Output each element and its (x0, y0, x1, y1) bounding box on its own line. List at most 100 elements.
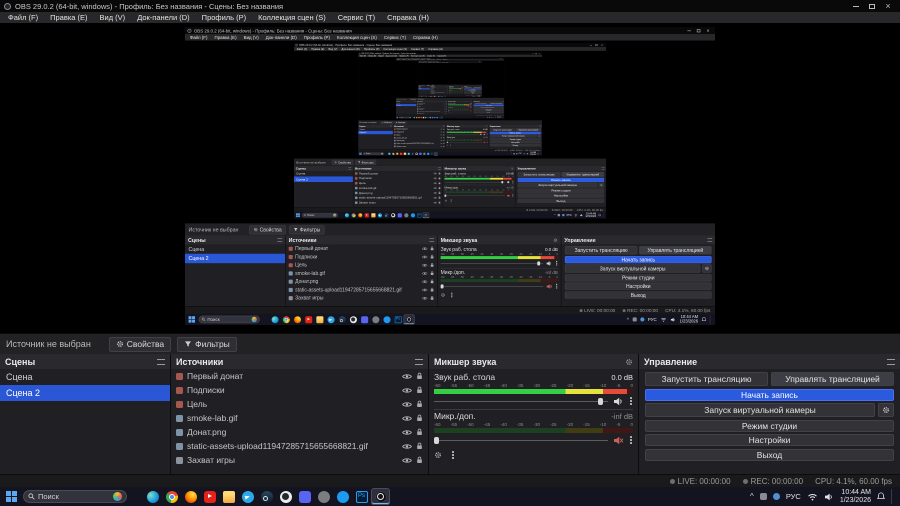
exit-button[interactable]: Выход (645, 448, 894, 461)
start-recording-button[interactable]: Начать запись (645, 388, 894, 401)
source-item[interactable]: static-assets-upload11947285715655668821… (171, 439, 428, 453)
meter-tick-label: -55 (450, 422, 458, 427)
filters-button[interactable]: Фильтры (177, 336, 237, 352)
preview-area[interactable]: OBS 29.0.2 (64-bit, windows) - Профиль: … (0, 23, 900, 333)
source-item[interactable]: smoke-lab.gif (171, 411, 428, 425)
edge-icon[interactable] (143, 488, 162, 505)
lock-icon[interactable] (416, 386, 423, 394)
close-button[interactable]: × (880, 0, 896, 12)
mixer-gear-icon[interactable] (434, 451, 442, 459)
chrome-icon[interactable] (162, 488, 181, 505)
menu-item[interactable]: Сервис (T) (332, 13, 381, 22)
tray-clock[interactable]: 10:44 AM 1/23/2026 (840, 489, 871, 505)
youtube-icon[interactable] (200, 488, 219, 505)
lock-icon[interactable] (416, 400, 423, 408)
network-icon[interactable] (807, 493, 818, 501)
language-indicator[interactable]: РУС (786, 492, 801, 501)
taskbar-search[interactable]: Поиск (23, 490, 127, 503)
steam-icon[interactable] (257, 488, 276, 505)
menu-item[interactable]: Док-панели (D) (131, 13, 195, 22)
meter-tick-label: -40 (500, 383, 507, 388)
sources-dock: Источники Первый донат Подписки Цель smo… (171, 354, 428, 474)
gimp-icon[interactable] (314, 488, 333, 505)
settings-button[interactable]: Настройки (645, 434, 894, 446)
speaker-muted-icon[interactable] (613, 436, 624, 445)
photoshop-icon[interactable] (352, 488, 371, 505)
meter-tick-label: -5 (616, 383, 621, 388)
start-button[interactable] (4, 489, 19, 504)
scenes-dock-title: Сцены (5, 356, 36, 367)
file-explorer-icon[interactable] (219, 488, 238, 505)
controls-dock-menu-icon[interactable] (887, 358, 895, 365)
source-item[interactable]: Захват игры (171, 453, 428, 467)
meter-tick-label: -30 (533, 383, 540, 388)
github-icon[interactable] (276, 488, 295, 505)
sources-dock-menu-icon[interactable] (415, 358, 423, 365)
volume-slider-handle[interactable] (434, 436, 439, 444)
source-item[interactable]: Донат.png (171, 425, 428, 439)
tray-expand-icon[interactable]: ^ (750, 492, 754, 501)
visibility-eye-icon[interactable] (402, 457, 412, 464)
source-item[interactable]: Подписки (171, 383, 428, 397)
menu-item[interactable]: Правка (E) (44, 13, 93, 22)
minimize-button[interactable] (848, 0, 864, 12)
menu-item[interactable]: Справка (H) (381, 13, 435, 22)
start-virtual-camera-button[interactable]: Запуск виртуальной камеры (645, 403, 875, 417)
channel-db-value: 0.0 dB (611, 372, 633, 382)
properties-button[interactable]: Свойства (108, 336, 172, 352)
obs-icon[interactable] (371, 488, 390, 505)
volume-slider[interactable] (434, 397, 608, 406)
studio-mode-button[interactable]: Режим студии (645, 419, 894, 432)
lock-icon[interactable] (416, 456, 423, 464)
lock-icon[interactable] (416, 428, 423, 436)
visibility-eye-icon[interactable] (402, 443, 412, 450)
menu-item[interactable]: Вид (V) (94, 13, 132, 22)
notifications-icon[interactable] (877, 492, 885, 501)
volume-slider[interactable] (434, 436, 608, 445)
visibility-eye-icon[interactable] (402, 401, 412, 408)
volume-meter-level (434, 389, 628, 394)
source-row-icons (402, 400, 423, 408)
source-item[interactable]: Цель (171, 397, 428, 411)
tray-icon[interactable] (772, 493, 780, 500)
scenes-dock-menu-icon[interactable] (157, 358, 165, 365)
menu-item[interactable]: Файл (F) (2, 13, 44, 22)
telegram-icon[interactable] (238, 488, 257, 505)
scenes-dock-header: Сцены (0, 354, 170, 369)
mixer-menu-icon[interactable] (451, 451, 455, 459)
visibility-eye-icon[interactable] (402, 429, 412, 436)
manage-broadcast-button[interactable]: Управлять трансляцией (771, 372, 894, 386)
show-desktop-button[interactable] (891, 489, 894, 504)
search-icon (28, 493, 35, 500)
system-tray: ^ РУС 10:44 AM 1/23/2026 (750, 489, 896, 505)
source-item[interactable]: Первый донат (171, 369, 428, 383)
tray-icon[interactable] (759, 493, 767, 500)
source-label: Цель (187, 399, 208, 409)
visibility-eye-icon[interactable] (402, 387, 412, 394)
start-streaming-button[interactable]: Запустить трансляцию (645, 372, 768, 386)
menu-item[interactable]: Профиль (P) (196, 13, 252, 22)
menu-item[interactable]: Коллекция сцен (S) (252, 13, 332, 22)
channel-menu-icon[interactable] (629, 436, 633, 444)
meter-tick-label: -50 (467, 422, 474, 427)
lock-icon[interactable] (416, 372, 423, 380)
lock-icon[interactable] (416, 414, 423, 422)
virtual-camera-settings-button[interactable] (878, 403, 894, 417)
discord-icon[interactable] (295, 488, 314, 505)
visibility-eye-icon[interactable] (402, 373, 412, 380)
twitter-icon[interactable] (333, 488, 352, 505)
display-capture-preview: OBS 29.0.2 (64-bit, windows) - Профиль: … (185, 27, 716, 326)
visibility-eye-icon[interactable] (402, 415, 412, 422)
source-label: static-assets-upload11947285715655668821… (187, 441, 368, 451)
volume-icon[interactable] (824, 493, 834, 501)
speaker-icon[interactable] (613, 397, 624, 406)
lock-icon[interactable] (416, 442, 423, 450)
firefox-icon[interactable] (181, 488, 200, 505)
channel-menu-icon[interactable] (629, 397, 633, 405)
rec-status: REC: 00:00:00 (742, 477, 803, 486)
mixer-settings-icon[interactable] (625, 358, 633, 366)
volume-slider-handle[interactable] (597, 397, 603, 405)
scene-item[interactable]: Сцена 2 (0, 385, 170, 401)
scene-item[interactable]: Сцена (0, 369, 170, 385)
maximize-button[interactable] (864, 0, 880, 12)
